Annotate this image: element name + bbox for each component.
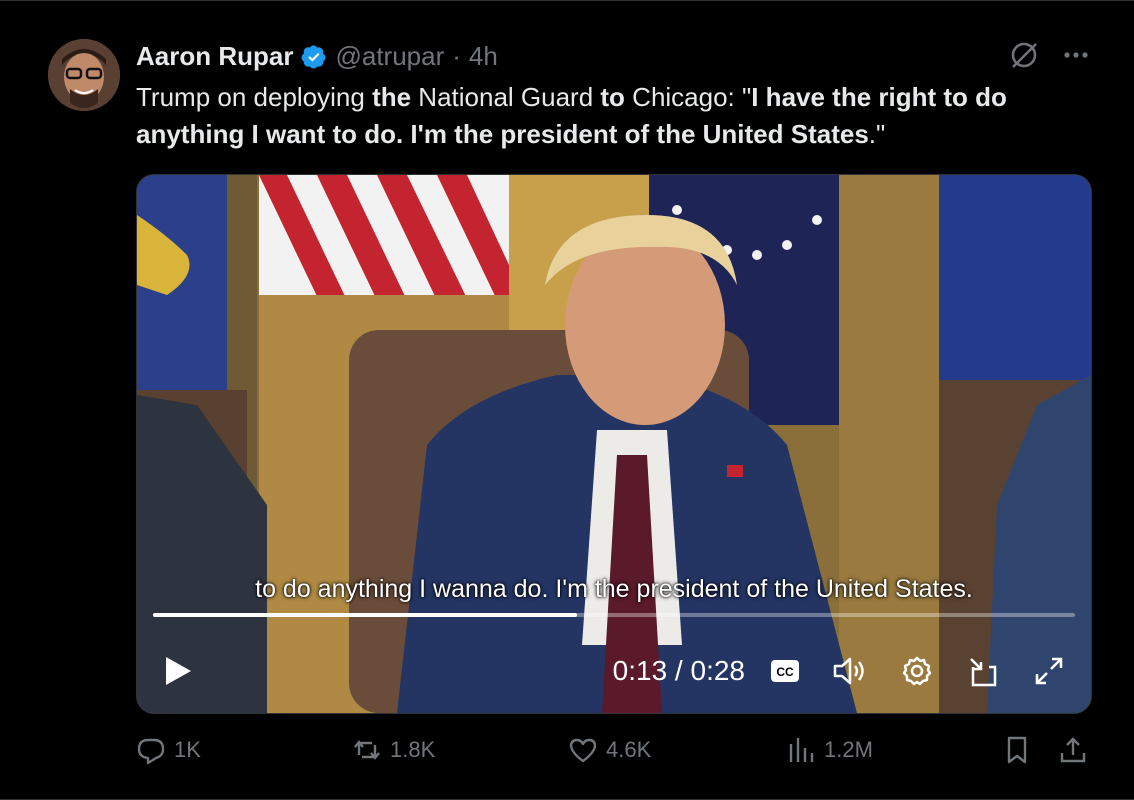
reply-button[interactable]: 1K <box>136 735 201 765</box>
author-name[interactable]: Aaron Rupar <box>136 41 293 72</box>
play-icon[interactable] <box>163 655 193 687</box>
avatar[interactable] <box>48 39 120 111</box>
video-controls: 0:13 / 0:28 CC <box>137 645 1091 697</box>
tweet-top-actions <box>1008 39 1090 71</box>
more-options-icon[interactable] <box>1062 41 1090 69</box>
pop-out-icon[interactable] <box>967 655 1001 689</box>
like-count: 4.6K <box>606 737 652 762</box>
verified-badge-icon <box>302 44 326 69</box>
tweet-text-segment: Trump on deploying <box>136 82 373 112</box>
fullscreen-icon[interactable] <box>1033 655 1065 687</box>
tweet-card[interactable]: Aaron Rupar @atrupar · 4h Trump on deplo… <box>0 0 1134 800</box>
bookmark-icon <box>1007 736 1027 764</box>
share-icon <box>1060 737 1086 763</box>
video-time: 0:13 / 0:28 <box>612 655 745 686</box>
bookmark-button[interactable] <box>1002 735 1032 765</box>
settings-gear-icon[interactable] <box>901 655 933 687</box>
repost-icon <box>354 740 380 760</box>
reply-count: 1K <box>174 737 201 762</box>
video-caption: to do anything I wanna do. I'm the presi… <box>255 575 973 603</box>
share-button[interactable] <box>1058 735 1088 765</box>
reply-icon <box>137 738 165 765</box>
tweet-text: Trump on deploying the National Guard to… <box>136 79 1096 153</box>
closed-captions-icon[interactable]: CC <box>769 655 801 687</box>
tweet-text-segment: National Guard <box>411 82 601 112</box>
heart-icon <box>569 738 597 763</box>
repost-button[interactable]: 1.8K <box>352 735 435 765</box>
views-count: 1.2M <box>824 737 873 762</box>
tweet-text-segment: to <box>600 82 625 112</box>
svg-text:CC: CC <box>776 665 794 679</box>
repost-count: 1.8K <box>390 737 436 762</box>
video-frame <box>137 175 1091 713</box>
tweet-text-segment: ." <box>868 119 886 149</box>
timestamp[interactable]: 4h <box>469 41 498 72</box>
video-progress-fill <box>153 613 578 617</box>
tweet-header: Aaron Rupar @atrupar · 4h <box>136 41 498 72</box>
views-button[interactable]: 1.2M <box>786 735 873 765</box>
grok-icon[interactable] <box>1008 39 1040 71</box>
separator: · <box>452 41 461 71</box>
video-progress-bar[interactable] <box>153 613 1075 617</box>
tweet-actions: 1K 1.8K 4.6K 1.2M <box>136 735 1090 775</box>
volume-icon[interactable] <box>831 655 867 687</box>
video-player[interactable]: to do anything I wanna do. I'm the presi… <box>136 174 1092 714</box>
like-button[interactable]: 4.6K <box>568 735 651 765</box>
views-chart-icon <box>789 738 814 762</box>
author-handle[interactable]: @atrupar <box>335 41 444 72</box>
tweet-text-segment: the <box>372 82 412 112</box>
tweet-text-segment: Chicago: " <box>624 82 752 112</box>
